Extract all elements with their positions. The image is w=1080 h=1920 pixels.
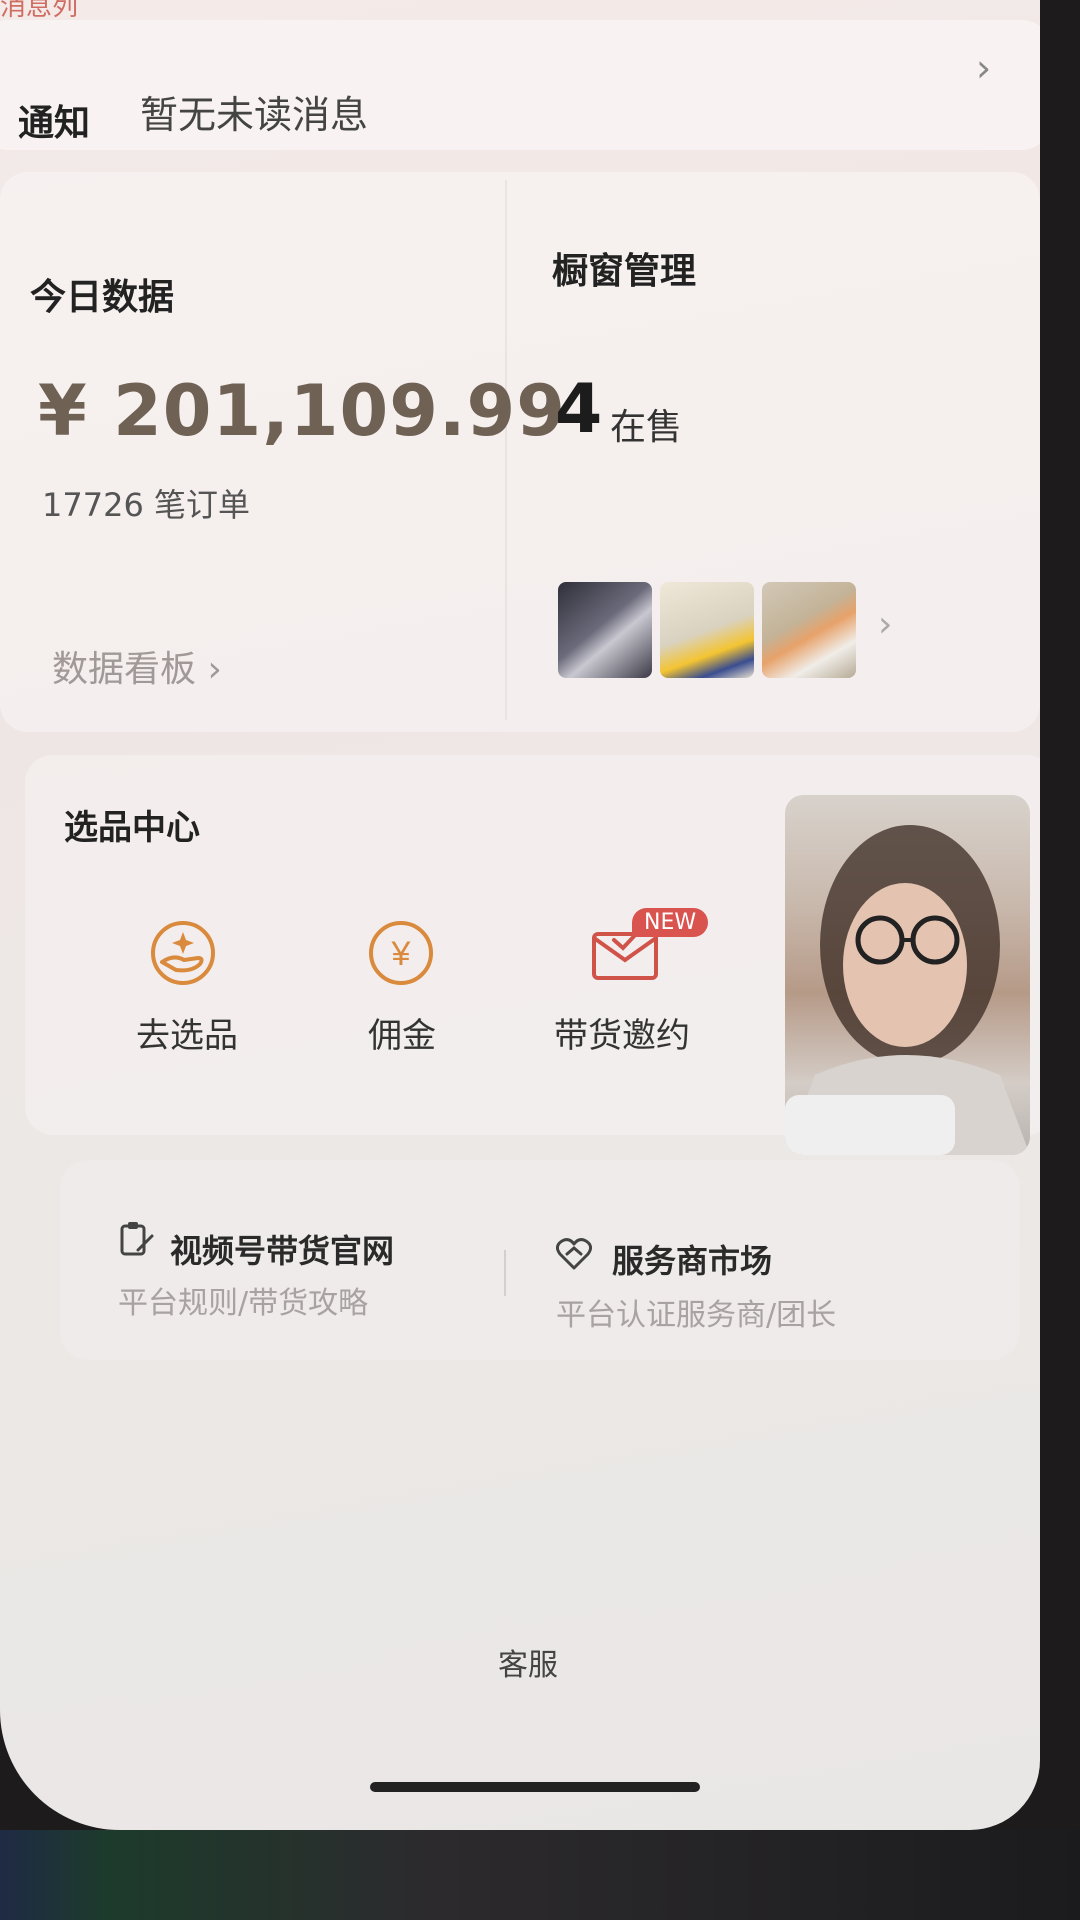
yuan-coin-icon[interactable]: ¥ — [366, 918, 436, 988]
chevron-right-icon[interactable]: › — [878, 604, 892, 645]
dashboard-link[interactable]: 数据看板 › — [52, 640, 222, 692]
notification-label: 通知 — [18, 103, 91, 144]
hand-sparkle-icon[interactable] — [148, 918, 218, 988]
customer-service-link[interactable]: 客服 — [498, 1640, 558, 1684]
video-official-subtitle: 平台规则/带货攻略 — [118, 1286, 369, 1321]
feature-label-select[interactable]: 去选品 — [136, 1008, 238, 1057]
background-surface — [0, 1830, 1080, 1920]
product-thumbnail[interactable] — [558, 582, 652, 678]
video-official-title[interactable]: 视频号带货官网 — [170, 1226, 394, 1272]
handshake-heart-icon — [554, 1234, 594, 1274]
new-badge: NEW — [632, 908, 709, 937]
home-indicator[interactable] — [370, 1782, 700, 1792]
on-sale-label: 在售 — [610, 407, 683, 448]
feature-label-invitation[interactable]: 带货邀约 — [554, 1008, 690, 1057]
service-market-subtitle: 平台认证服务商/团长 — [556, 1298, 837, 1333]
today-amount: ¥ 201,109.99 — [38, 370, 566, 452]
product-thumbnail[interactable] — [762, 582, 856, 678]
product-thumbnail[interactable] — [660, 582, 754, 678]
selection-center-title: 选品中心 — [64, 808, 200, 848]
today-data-title: 今日数据 — [30, 277, 175, 318]
feature-label-commission[interactable]: 佣金 — [368, 1008, 436, 1057]
clipboard-pen-icon — [116, 1220, 156, 1260]
svg-text:¥: ¥ — [391, 935, 411, 973]
phone-screen: 消息列 通知 暂无未读消息 › 今日数据 ¥ 201,109.99 17726 … — [0, 0, 1040, 1830]
on-sale-count: 4 — [555, 370, 603, 449]
notification-text: 暂无未读消息 — [140, 93, 369, 137]
service-market-title[interactable]: 服务商市场 — [612, 1236, 772, 1282]
floating-video-window[interactable] — [785, 795, 1030, 1155]
window-management-title[interactable]: 橱窗管理 — [552, 242, 696, 294]
today-orders: 17726 笔订单 — [42, 486, 250, 524]
chevron-right-icon[interactable]: › — [976, 46, 991, 90]
links-divider — [504, 1250, 506, 1296]
